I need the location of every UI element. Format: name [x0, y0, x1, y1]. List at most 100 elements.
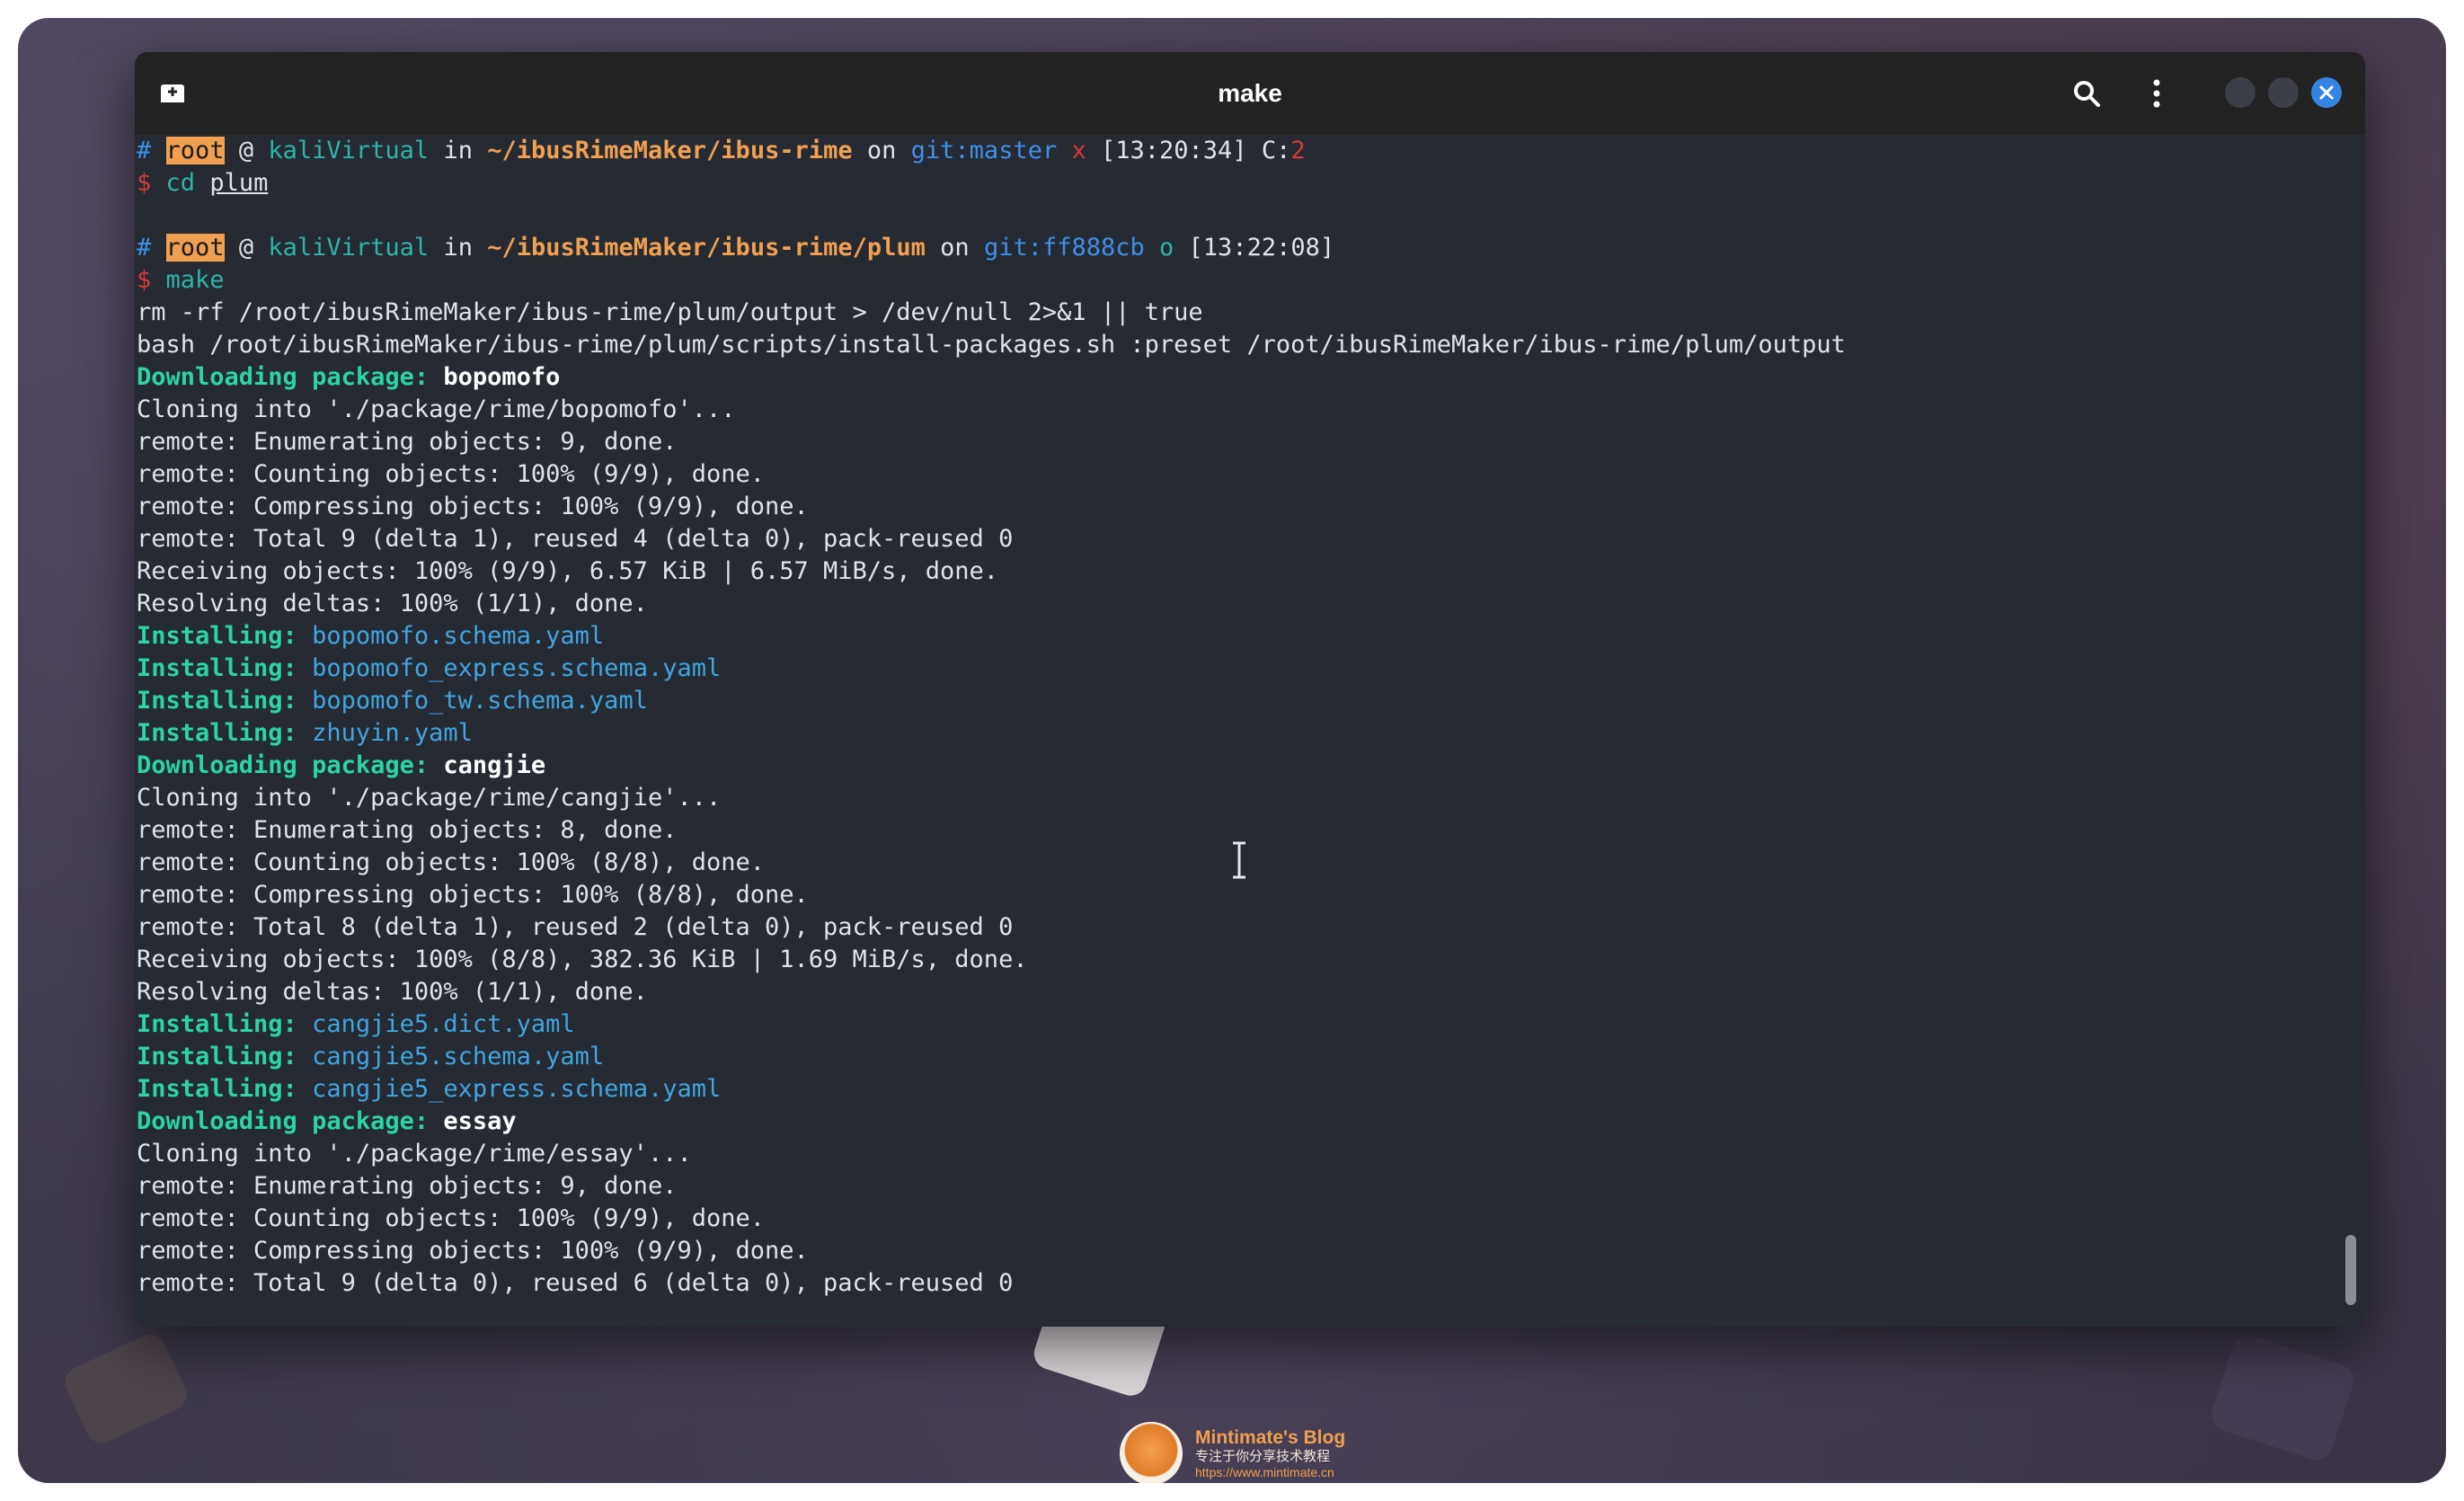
output-line: Resolving deltas: 100% (1/1), done. [137, 978, 648, 1006]
install-line: Installing: cangjie5.schema.yaml [137, 1041, 604, 1073]
install-line: Installing: cangjie5.dict.yaml [137, 1008, 575, 1041]
maximize-button[interactable] [2268, 77, 2299, 108]
output-line: Resolving deltas: 100% (1/1), done. [137, 590, 648, 617]
install-label: Installing: [137, 622, 297, 650]
wallpaper-icon-decoration [2207, 1331, 2358, 1464]
prompt-path: ~/ibusRimeMaker/ibus-rime/plum [487, 234, 926, 262]
output-line: remote: Enumerating objects: 9, done. [137, 428, 678, 456]
prompt-hash: # [137, 234, 152, 262]
search-icon[interactable] [2069, 75, 2105, 111]
blog-watermark: Mintimate's Blog 专注于你分享技术教程 https://www.… [1120, 1422, 1345, 1483]
output-line: remote: Compressing objects: 100% (8/8),… [137, 881, 809, 909]
command-line: $ make [137, 264, 225, 297]
command-line: $ cd plum [137, 167, 268, 200]
install-label: Installing: [137, 654, 297, 682]
prompt-git-status: o [1159, 234, 1174, 262]
installed-file: bopomofo.schema.yaml [312, 622, 605, 650]
output-line: remote: Counting objects: 100% (8/8), do… [137, 848, 765, 876]
close-button[interactable] [2311, 77, 2342, 108]
install-line: Installing: bopomofo_tw.schema.yaml [137, 685, 648, 717]
watermark-subtitle: 专注于你分享技术教程 [1195, 1449, 1331, 1465]
close-icon [2319, 85, 2334, 100]
output-line: remote: Total 9 (delta 1), reused 4 (del… [137, 525, 1014, 553]
install-label: Installing: [137, 687, 297, 715]
output-line: remote: Total 8 (delta 1), reused 2 (del… [137, 913, 1014, 941]
prompt-path: ~/ibusRimeMaker/ibus-rime [487, 137, 853, 164]
install-label: Installing: [137, 1075, 297, 1103]
output-line: rm -rf /root/ibusRimeMaker/ibus-rime/plu… [137, 298, 1203, 326]
prompt-user: root [165, 137, 225, 164]
prompt-at: @ [238, 234, 254, 262]
download-label: Downloading package: [137, 751, 430, 779]
output-line: Receiving objects: 100% (8/8), 382.36 Ki… [137, 946, 1028, 973]
output-line: Cloning into './package/rime/bopomofo'..… [137, 395, 736, 423]
output-line: remote: Counting objects: 100% (9/9), do… [137, 1204, 765, 1232]
prompt-time: [13:20:34] [1101, 137, 1247, 164]
output-line: remote: Enumerating objects: 8, done. [137, 816, 678, 844]
wallpaper-icon-decoration [59, 1328, 192, 1449]
install-label: Installing: [137, 1010, 297, 1038]
prompt-on: on [866, 137, 897, 164]
blog-logo [1120, 1422, 1183, 1483]
prompt-time: [13:22:08] [1188, 234, 1335, 262]
package-name: cangjie [443, 751, 546, 779]
output-line: remote: Total 9 (delta 0), reused 6 (del… [137, 1269, 1014, 1297]
prompt-in: in [443, 137, 473, 164]
prompt-exit-label: C: [1261, 137, 1291, 164]
command-arg: plum [209, 169, 269, 197]
install-label: Installing: [137, 1043, 297, 1070]
prompt-line: # root @ kaliVirtual in ~/ibusRimeMaker/… [137, 135, 1306, 167]
prompt-git-branch: git:master [910, 137, 1058, 164]
output-line: Cloning into './package/rime/cangjie'... [137, 784, 722, 812]
prompt-in: in [443, 234, 473, 262]
install-line: Installing: zhuyin.yaml [137, 717, 473, 750]
install-line: Installing: bopomofo.schema.yaml [137, 620, 604, 653]
terminal-window: make # root @ kaliVirtual in ~/ibusRimeM… [135, 52, 2365, 1327]
prompt-line: # root @ kaliVirtual in ~/ibusRimeMaker/… [137, 232, 1334, 264]
desktop-background: make # root @ kaliVirtual in ~/ibusRimeM… [18, 18, 2446, 1483]
text-cursor-icon [1233, 841, 1245, 879]
prompt-hash: # [137, 137, 152, 164]
prompt-git-status: x [1071, 137, 1086, 164]
installed-file: cangjie5_express.schema.yaml [312, 1075, 722, 1103]
prompt-at: @ [238, 137, 254, 164]
download-line: Downloading package: bopomofo [137, 361, 560, 394]
download-line: Downloading package: essay [137, 1106, 517, 1138]
installed-file: zhuyin.yaml [312, 719, 473, 747]
output-line: bash /root/ibusRimeMaker/ibus-rime/plum/… [137, 331, 1846, 359]
prompt-user: root [165, 234, 225, 262]
kebab-menu-icon[interactable] [2139, 75, 2175, 111]
minimize-button[interactable] [2225, 77, 2256, 108]
watermark-text: Mintimate's Blog 专注于你分享技术教程 https://www.… [1195, 1427, 1345, 1479]
installed-file: bopomofo_express.schema.yaml [312, 654, 722, 682]
package-name: bopomofo [443, 363, 561, 391]
package-name: essay [443, 1107, 517, 1135]
prompt-host: kaliVirtual [268, 234, 430, 262]
window-titlebar: make [135, 52, 2365, 135]
watermark-url: https://www.mintimate.cn [1195, 1464, 1334, 1479]
installed-file: bopomofo_tw.schema.yaml [312, 687, 648, 715]
prompt-on: on [940, 234, 970, 262]
prompt-dollar: $ [137, 266, 152, 294]
prompt-dollar: $ [137, 169, 152, 197]
terminal-output[interactable]: # root @ kaliVirtual in ~/ibusRimeMaker/… [135, 135, 2365, 1327]
installed-file: cangjie5.schema.yaml [312, 1043, 605, 1070]
command-name: make [165, 266, 225, 294]
command-name: cd [165, 169, 196, 197]
output-line: remote: Counting objects: 100% (9/9), do… [137, 460, 765, 488]
terminal-scrollbar[interactable] [2345, 1235, 2356, 1305]
window-title: make [1218, 79, 1282, 107]
output-line: Receiving objects: 100% (9/9), 6.57 KiB … [137, 557, 999, 585]
output-line: remote: Compressing objects: 100% (9/9),… [137, 1237, 809, 1265]
install-label: Installing: [137, 719, 297, 747]
install-line: Installing: bopomofo_express.schema.yaml [137, 653, 721, 685]
output-line: remote: Compressing objects: 100% (9/9),… [137, 493, 809, 520]
download-line: Downloading package: cangjie [137, 750, 545, 782]
download-label: Downloading package: [137, 363, 430, 391]
output-line: remote: Enumerating objects: 9, done. [137, 1172, 678, 1200]
download-label: Downloading package: [137, 1107, 430, 1135]
prompt-exit-code: 2 [1290, 137, 1306, 164]
installed-file: cangjie5.dict.yaml [312, 1010, 575, 1038]
prompt-git-branch: git:ff888cb [983, 234, 1145, 262]
output-line: Cloning into './package/rime/essay'... [137, 1140, 692, 1168]
